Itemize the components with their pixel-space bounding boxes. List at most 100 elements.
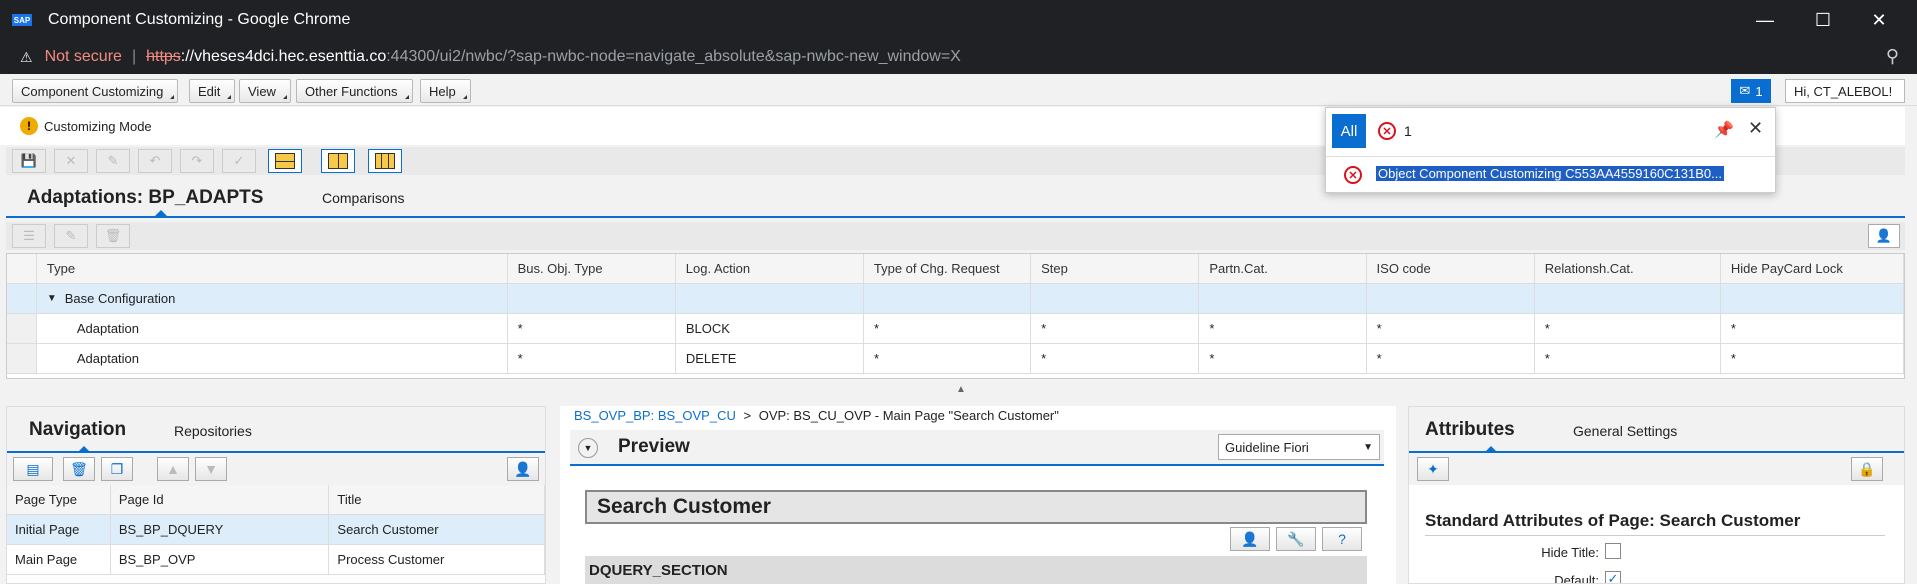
tab-repositories[interactable]: Repositories <box>174 423 252 439</box>
row-selector[interactable] <box>7 284 37 314</box>
breadcrumb-current: OVP: BS_CU_OVP - Main Page "Search Custo… <box>758 408 1059 423</box>
wizard-icon[interactable]: ✦ <box>1417 457 1449 481</box>
save-icon[interactable]: 💾 <box>12 149 46 173</box>
personalize-icon[interactable]: 👤 <box>1230 527 1270 551</box>
tab-attributes[interactable]: Attributes <box>1425 419 1515 441</box>
table-cell <box>1534 284 1721 314</box>
column-header[interactable]: Page Type <box>7 485 111 514</box>
help-icon[interactable]: ? <box>1322 527 1362 551</box>
personalize-icon[interactable]: 👤 <box>507 457 539 481</box>
row-selector[interactable] <box>7 314 37 344</box>
section-title: DQUERY_SECTION <box>585 556 1367 584</box>
menu-help[interactable]: Help <box>420 79 471 103</box>
breadcrumb: BS_OVP_BP: BS_OVP_CU > OVP: BS_CU_OVP - … <box>574 408 1059 423</box>
column-header[interactable]: Page Id <box>110 485 330 514</box>
menu-other-functions[interactable]: Other Functions <box>296 79 413 103</box>
column-header[interactable]: Type <box>36 254 508 284</box>
copy-page-icon[interactable]: ❐ <box>101 457 133 481</box>
column-header[interactable]: ISO code <box>1366 254 1535 284</box>
undo-icon[interactable]: ↶ <box>138 149 172 173</box>
breadcrumb-separator: > <box>743 408 752 423</box>
table-row[interactable]: ▼ Base Configuration <box>7 284 1905 314</box>
column-header[interactable]: Type of Chg. Request <box>863 254 1032 284</box>
menu-view[interactable]: View <box>239 79 291 103</box>
list-icon[interactable]: ☰ <box>12 224 46 248</box>
table-cell <box>1031 284 1200 314</box>
tab-navigation[interactable]: Navigation <box>29 419 126 441</box>
select-all-cell[interactable] <box>7 254 37 284</box>
table-cell: * <box>1534 344 1721 374</box>
column-header[interactable]: Step <box>1031 254 1200 284</box>
pages-table: Page Type Page Id Title Initial Page BS_… <box>7 485 545 575</box>
add-page-icon[interactable]: ▤ <box>13 457 53 481</box>
layout-rows-icon[interactable] <box>268 149 302 173</box>
column-header[interactable]: Title <box>329 485 545 514</box>
collapse-icon[interactable]: ▼ <box>578 438 598 458</box>
error-filter[interactable]: ✕ 1 <box>1378 122 1412 140</box>
table-cell: BLOCK <box>675 314 864 344</box>
guideline-select[interactable]: Guideline Fiori ▼ <box>1218 434 1380 460</box>
table-cell: * <box>507 314 676 344</box>
minimize-icon[interactable]: — <box>1738 0 1792 40</box>
redo-icon[interactable]: ↷ <box>180 149 214 173</box>
error-message[interactable]: Object Component Customizing C553AA45591… <box>1376 166 1724 181</box>
filter-all-button[interactable]: All <box>1332 114 1366 148</box>
table-cell <box>1366 284 1535 314</box>
user-menu-button[interactable]: Hi, CT_ALEBOL! <box>1785 79 1905 103</box>
column-header[interactable]: Partn.Cat. <box>1199 254 1367 284</box>
preview-title: Preview <box>618 436 690 457</box>
menu-component-customizing[interactable]: Component Customizing <box>12 79 179 103</box>
table-row[interactable]: Main Page BS_BP_OVP Process Customer <box>7 545 545 575</box>
security-status[interactable]: Not secure <box>45 48 122 66</box>
hide-title-checkbox[interactable] <box>1605 543 1621 559</box>
close-window-icon[interactable]: ✕ <box>1852 0 1906 40</box>
menu-edit[interactable]: Edit <box>189 79 236 103</box>
navigation-tabs: Navigation Repositories <box>7 407 545 453</box>
zoom-icon[interactable]: ⚲ <box>1886 46 1899 67</box>
pane-splitter[interactable]: ▲ <box>6 384 1905 404</box>
adaptations-title[interactable]: Adaptations: BP_ADAPTS <box>27 187 263 209</box>
trash-icon[interactable]: 🗑 <box>96 224 130 248</box>
mode-label: Customizing Mode <box>44 118 152 134</box>
edit-icon[interactable]: ✎ <box>96 149 130 173</box>
collapse-arrow-icon[interactable]: ▼ <box>47 293 57 304</box>
column-header[interactable]: Hide PayCard Lock <box>1720 254 1905 284</box>
maximize-icon[interactable]: ☐ <box>1796 0 1850 40</box>
tab-general-settings[interactable]: General Settings <box>1573 423 1677 439</box>
breadcrumb-link[interactable]: BS_OVP_BP: BS_OVP_CU <box>574 408 736 423</box>
delete-icon[interactable]: ✕ <box>54 149 88 173</box>
url-path: :44300/ui2/nwbc/?sap-nwbc-node=navigate_… <box>386 48 961 65</box>
column-header[interactable]: Log. Action <box>675 254 864 284</box>
tree-cell: ▼ Base Configuration <box>36 284 508 314</box>
table-cell: * <box>1031 344 1200 374</box>
table-row[interactable]: Adaptation * BLOCK * * * * * * <box>7 314 1905 344</box>
close-icon[interactable]: ✕ <box>1748 118 1763 139</box>
move-down-icon[interactable]: ▼ <box>195 457 227 481</box>
page-title: Process Customer <box>329 545 545 574</box>
column-header[interactable]: Bus. Obj. Type <box>507 254 676 284</box>
pin-icon[interactable]: 📌 <box>1714 120 1734 140</box>
guideline-value: Guideline Fiori <box>1225 439 1309 455</box>
personalize-icon[interactable]: 👤 <box>1868 224 1900 248</box>
layout-three-columns-icon[interactable] <box>368 149 402 173</box>
check-icon[interactable]: ✓ <box>222 149 256 173</box>
table-cell: * <box>1031 314 1200 344</box>
address-bar[interactable]: ⚠ Not secure | https ://vheses4dci.hec.e… <box>0 40 1917 74</box>
edit-adaptation-icon[interactable]: ✎ <box>54 224 88 248</box>
lock-icon[interactable]: 🔒 <box>1851 457 1883 481</box>
column-header[interactable]: Relationsh.Cat. <box>1534 254 1721 284</box>
tab-comparisons[interactable]: Comparisons <box>322 190 404 206</box>
layout-two-columns-icon[interactable] <box>321 149 355 173</box>
table-cell: * <box>1366 314 1535 344</box>
move-up-icon[interactable]: ▲ <box>157 457 189 481</box>
notification-button[interactable]: ✉ 1 <box>1731 79 1771 103</box>
table-row[interactable]: Initial Page BS_BP_DQUERY Search Custome… <box>7 515 545 545</box>
default-checkbox[interactable]: ✓ <box>1605 571 1621 583</box>
navigation-toolbar: ▤ 🗑 ❐ ▲ ▼ 👤 <box>7 453 545 485</box>
default-label: Default: <box>1554 573 1599 584</box>
delete-page-icon[interactable]: 🗑 <box>63 457 95 481</box>
splitter-handle-icon[interactable]: ▲ <box>956 384 966 395</box>
table-row[interactable]: Adaptation * DELETE * * * * * * <box>7 344 1905 374</box>
wrench-icon[interactable]: 🔧 <box>1276 527 1316 551</box>
row-selector[interactable] <box>7 344 37 374</box>
